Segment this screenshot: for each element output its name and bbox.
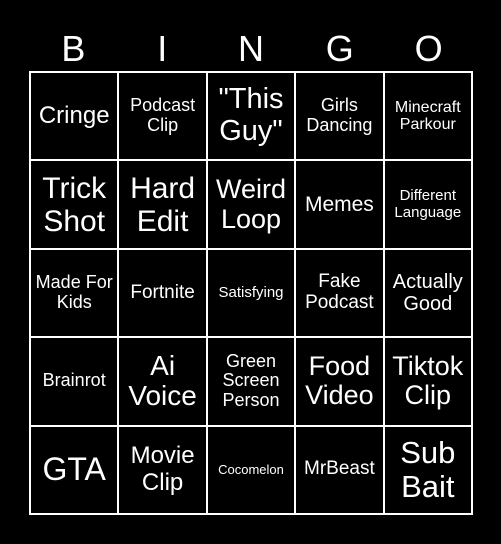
bingo-grid: Cringe Podcast Clip "This Guy" Girls Dancin… — [29, 71, 473, 515]
bingo-cell[interactable]: Green Screen Person — [207, 338, 295, 425]
header-letter-o: O — [414, 28, 443, 69]
bingo-cell[interactable]: Fortnite — [119, 249, 206, 337]
bingo-cell[interactable]: Movie Clip — [119, 426, 206, 513]
header-letter-n: N — [237, 28, 264, 69]
header-letter-b: B — [61, 28, 86, 69]
bingo-cell[interactable]: Made For Kids — [31, 249, 118, 337]
bingo-cell[interactable]: Actually Good — [384, 249, 471, 337]
bingo-cell[interactable]: Sub Bait — [384, 426, 471, 513]
header-letter-g: G — [325, 28, 354, 69]
bingo-cell[interactable]: Weird Loop — [207, 161, 295, 248]
bingo-cell[interactable]: Memes — [296, 161, 383, 248]
bingo-cell[interactable]: Satisfying — [207, 249, 295, 337]
bingo-cell[interactable]: Minecraft Parkour — [384, 73, 471, 160]
bingo-cell[interactable]: "This Guy" — [207, 73, 295, 160]
bingo-cell[interactable]: Trick Shot — [31, 161, 118, 248]
bingo-cell[interactable]: Ai Voice — [119, 338, 206, 425]
bingo-header: B I N G O — [29, 28, 473, 70]
bingo-cell[interactable]: Fake Podcast — [296, 249, 383, 337]
bingo-cell[interactable]: Food Video — [296, 338, 383, 425]
bingo-cell[interactable]: Cocomelon — [207, 426, 295, 513]
bingo-cell[interactable]: GTA — [31, 426, 118, 513]
bingo-cell[interactable]: Cringe — [31, 73, 118, 160]
header-letter-i: I — [157, 28, 168, 69]
bingo-cell[interactable]: Girls Dancing — [296, 73, 383, 160]
bingo-cell[interactable]: Different Language — [384, 161, 471, 248]
bingo-cell[interactable]: MrBeast — [296, 426, 383, 513]
bingo-cell[interactable]: Brainrot — [31, 338, 118, 425]
bingo-cell[interactable]: Tiktok Clip — [384, 338, 471, 425]
bingo-cell[interactable]: Podcast Clip — [119, 73, 206, 160]
bingo-cell[interactable]: Hard Edit — [119, 161, 206, 248]
